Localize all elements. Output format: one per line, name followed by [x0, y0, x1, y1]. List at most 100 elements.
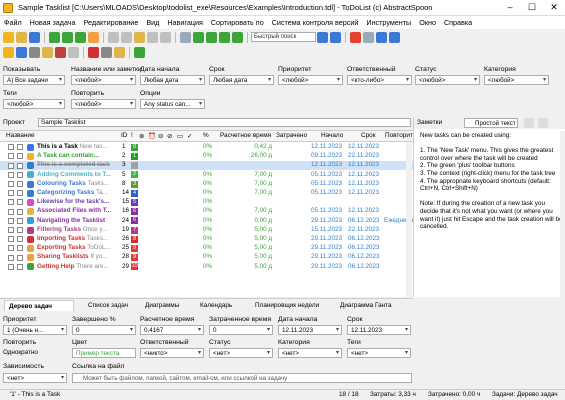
new-subtask-icon[interactable]	[62, 31, 73, 43]
attr-start-date[interactable]: 12.11.2023	[278, 325, 342, 335]
task-checkbox[interactable]	[8, 236, 14, 243]
task-title[interactable]: Associated Files with T...	[37, 207, 111, 216]
task-done-checkbox[interactable]	[17, 144, 23, 151]
attr-file-link-input[interactable]: Может быть файлом, папкой, сайтом, email…	[72, 373, 412, 383]
task-done-checkbox[interactable]	[17, 236, 23, 243]
undo-icon[interactable]	[147, 31, 158, 43]
attr-color-picker[interactable]: Пример текста	[72, 348, 136, 358]
col-file-icon[interactable]: ▭	[177, 132, 183, 140]
open-icon[interactable]	[16, 31, 27, 43]
tab-charts[interactable]: Диаграммы	[135, 300, 179, 311]
task-title[interactable]: Getting Help There are...	[37, 263, 109, 272]
menu-source-control[interactable]: Система контроля версий	[268, 16, 363, 29]
notes-text[interactable]: New tasks can be created using: 1. The '…	[420, 132, 563, 231]
table-row[interactable]: Exporting Tasks ToDoL... 25 9 0% 5,00 д 29.11…	[0, 244, 413, 253]
menu-navigate[interactable]: Навигация	[163, 16, 207, 29]
task-priority[interactable]	[131, 162, 138, 170]
table-row[interactable]: A Task can contain... 2 1 0% 26,00 д 09.11.2…	[0, 152, 413, 161]
tab-task-list[interactable]: Список задач	[78, 300, 128, 311]
filter-recur-select[interactable]: <любой>	[71, 99, 136, 109]
task-title[interactable]: This is a completed task	[37, 161, 110, 170]
task-checkbox[interactable]	[8, 217, 14, 224]
table-row[interactable]: Categorizing Tasks Ta... 14 4 0% 7,00 д 05.11…	[0, 189, 413, 198]
col-start[interactable]: Начало	[321, 132, 343, 139]
print-icon[interactable]	[68, 46, 79, 58]
settings-icon[interactable]	[363, 31, 374, 43]
task-priority[interactable]: 4	[131, 189, 138, 197]
notes-settings-icon[interactable]	[524, 118, 534, 128]
archive-icon[interactable]	[114, 46, 125, 58]
col-priority[interactable]: !	[131, 132, 133, 139]
table-row[interactable]: Associated Files with T... 16 6 0% 7,00 д 05…	[0, 207, 413, 216]
filter-due-select[interactable]: Любая дата	[209, 75, 274, 85]
copy-icon[interactable]	[121, 31, 132, 43]
maximize-button[interactable]: ☐	[521, 0, 543, 15]
task-checkbox[interactable]	[8, 162, 14, 169]
new-task-below-icon[interactable]	[75, 31, 86, 43]
filter-show-select[interactable]: A) Все задачи	[3, 75, 65, 85]
task-done-checkbox[interactable]	[17, 227, 23, 234]
task-priority[interactable]: 9	[131, 254, 138, 262]
quick-search-input[interactable]: Быстрый поиск	[251, 32, 316, 42]
filter-allocated-select[interactable]: <кто-либо>	[347, 75, 412, 85]
task-checkbox[interactable]	[8, 245, 14, 252]
menu-window[interactable]: Окно	[415, 16, 440, 29]
find-icon[interactable]	[317, 31, 328, 43]
table-row[interactable]: Importing Tasks Tasks... 26 8 0% 5,00 д 29.11…	[0, 235, 413, 244]
table-row[interactable]: Navigating the Tasklist 24 6 0% 0,00 д 29.11…	[0, 216, 413, 226]
notes-help-icon[interactable]	[538, 118, 548, 128]
task-priority[interactable]: 3	[131, 180, 138, 188]
filter-status-select[interactable]: <любой>	[415, 75, 480, 85]
task-title[interactable]: Filtering Tasks Once y...	[37, 226, 107, 235]
col-percent[interactable]: %	[203, 132, 209, 139]
star-icon[interactable]	[3, 46, 14, 58]
menu-help[interactable]: Справка	[440, 16, 476, 29]
col-link-icon[interactable]: ⊘	[167, 132, 172, 140]
filter-options-select[interactable]: Any status can...	[140, 99, 205, 109]
notes-format-select[interactable]: Простой текст	[464, 118, 518, 128]
task-priority[interactable]: 2	[131, 171, 138, 179]
task-priority[interactable]: 1	[131, 152, 138, 160]
attr-recur-value[interactable]: Однократно	[3, 348, 67, 358]
task-title[interactable]: Navigating the Tasklist	[37, 217, 105, 226]
attr-category-select[interactable]: <нет>	[278, 348, 342, 358]
task-done-checkbox[interactable]	[17, 208, 23, 215]
task-priority[interactable]: 10	[131, 263, 138, 271]
paste-icon[interactable]	[134, 31, 145, 43]
task-priority[interactable]: 8	[131, 235, 138, 243]
attr-tags-select[interactable]: <нет>	[347, 348, 411, 358]
cut-icon[interactable]	[108, 31, 119, 43]
export-icon[interactable]	[101, 46, 112, 58]
col-lock-icon[interactable]: ⊕	[139, 132, 144, 140]
folder-icon[interactable]	[42, 46, 53, 58]
task-checkbox[interactable]	[8, 208, 14, 215]
project-name-field[interactable]: Sample Tasklist	[38, 118, 411, 127]
calendar-icon[interactable]	[16, 46, 27, 58]
task-checkbox[interactable]	[8, 171, 14, 178]
task-title[interactable]: Sharing Tasklists If yo...	[37, 253, 108, 262]
toggle-icon[interactable]	[180, 31, 191, 43]
help-icon[interactable]	[389, 31, 400, 43]
task-checkbox[interactable]	[8, 199, 14, 206]
move-up-icon[interactable]	[193, 31, 204, 43]
table-row[interactable]: This is a Task New tas... 1 0 0% 0,42 д 12.11…	[0, 143, 413, 152]
task-priority[interactable]: 9	[131, 244, 138, 252]
menu-new-task[interactable]: Новая задача	[26, 16, 80, 29]
tab-calendar[interactable]: Календарь	[190, 300, 232, 311]
delete-icon[interactable]	[350, 31, 361, 43]
col-title[interactable]: Название	[6, 132, 35, 139]
table-row[interactable]: Getting Help There are... 29 10 0% 5,00 д 29.…	[0, 262, 413, 272]
move-left-icon[interactable]	[219, 31, 230, 43]
filter-category-select[interactable]: <любой>	[484, 75, 549, 85]
task-list-scrollbar[interactable]	[406, 142, 412, 297]
task-done-checkbox[interactable]	[17, 181, 23, 188]
new-task-icon[interactable]	[49, 31, 60, 43]
move-down-icon[interactable]	[206, 31, 217, 43]
attr-priority-select[interactable]: 1 (Очень н...	[3, 325, 67, 335]
task-priority[interactable]: 5	[131, 198, 138, 206]
redo-icon[interactable]	[160, 31, 171, 43]
attr-due-date[interactable]: 12.11.2023	[347, 325, 411, 335]
task-done-checkbox[interactable]	[17, 254, 23, 261]
task-title[interactable]: Exporting Tasks ToDoL...	[37, 244, 111, 253]
attr-status-select[interactable]: <нет>	[209, 348, 273, 358]
